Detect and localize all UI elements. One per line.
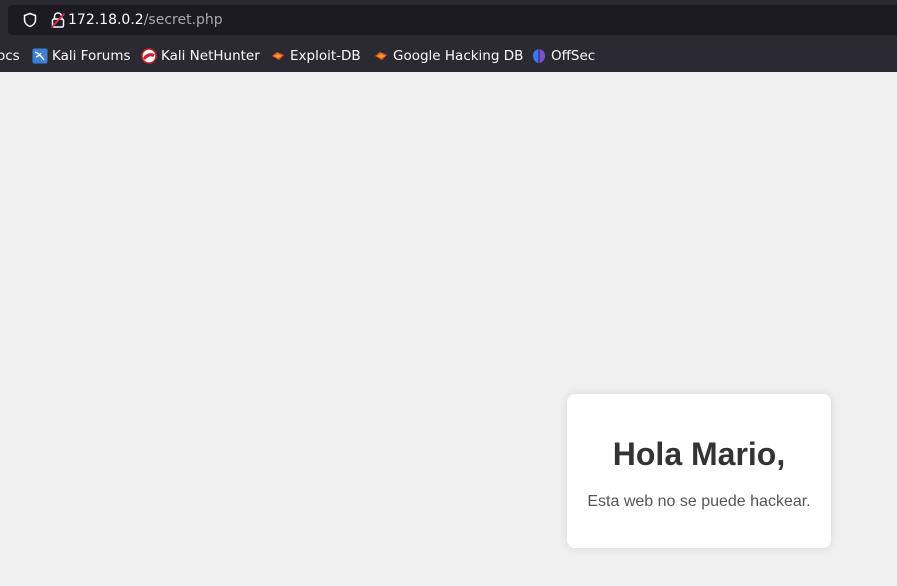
kali-nethunter-icon (141, 48, 157, 64)
bookmark-google-hacking-db[interactable]: Google Hacking DB (373, 46, 523, 66)
url-host: 172.18.0.2 (68, 12, 144, 28)
kali-forums-icon (32, 48, 48, 64)
bookmark-label: Kali NetHunter (161, 48, 260, 64)
url-path: /secret.php (143, 12, 223, 28)
bookmark-label: Kali Forums (52, 48, 131, 64)
url-text[interactable]: 172.18.0.2/secret.php (68, 11, 223, 29)
offsec-icon (531, 48, 547, 64)
bookmark-kali-forums[interactable]: Kali Forums (32, 46, 131, 66)
insecure-connection-lock-icon[interactable] (50, 11, 66, 29)
browser-toolbar: 172.18.0.2/secret.php ocs Kali Forums Ka… (0, 0, 897, 72)
greeting-card: Hola Mario, Esta web no se puede hackear… (567, 394, 831, 548)
bookmark-label: Google Hacking DB (393, 48, 524, 64)
bookmark-offsec[interactable]: OffSec (531, 46, 595, 66)
bookmark-label: Exploit-DB (290, 48, 361, 64)
greeting-title: Hola Mario, (612, 436, 786, 472)
bookmarks-toolbar: ocs Kali Forums Kali NetHunter Exploit-D… (0, 42, 897, 70)
tracking-protection-shield-icon[interactable] (22, 12, 38, 28)
bookmark-label: OffSec (551, 48, 596, 64)
greeting-message: Esta web no se puede hackear. (587, 493, 811, 510)
exploit-db-icon (270, 48, 286, 64)
bookmark-docs[interactable]: ocs (0, 46, 20, 66)
address-bar[interactable]: 172.18.0.2/secret.php (8, 5, 897, 35)
bookmark-label: ocs (0, 48, 20, 64)
exploit-db-icon (373, 48, 389, 64)
bookmark-kali-nethunter[interactable]: Kali NetHunter (141, 46, 260, 66)
bookmark-exploit-db[interactable]: Exploit-DB (270, 46, 361, 66)
